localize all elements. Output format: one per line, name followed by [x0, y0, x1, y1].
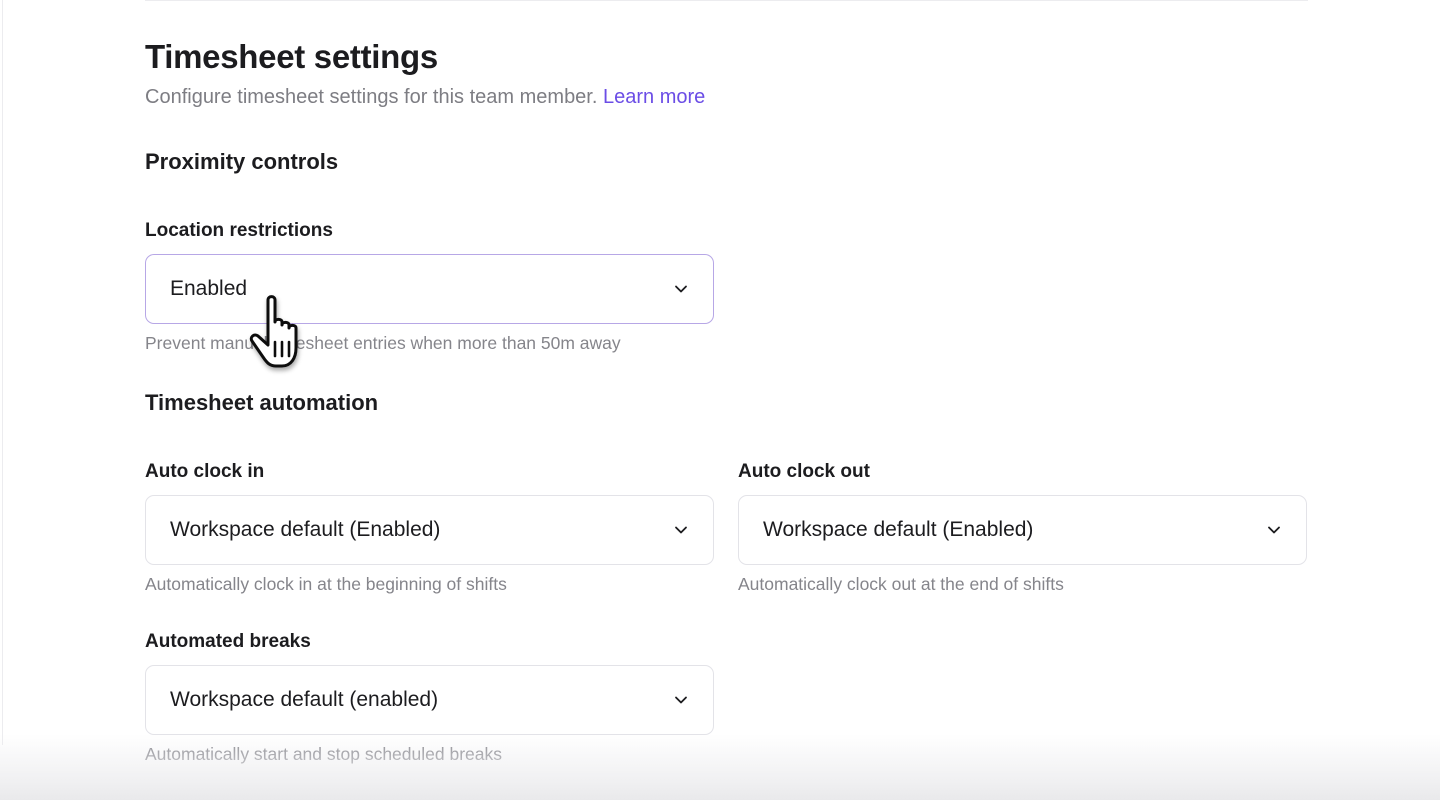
automated-breaks-label: Automated breaks — [145, 631, 311, 652]
auto-clock-out-field: Auto clock out Workspace default (Enable… — [738, 459, 1307, 595]
automated-breaks-value: Workspace default (enabled) — [170, 688, 439, 711]
left-divider — [2, 0, 3, 745]
auto-clock-out-select[interactable]: Workspace default (Enabled) — [738, 495, 1307, 565]
auto-clock-in-select[interactable]: Workspace default (Enabled) — [145, 495, 714, 565]
location-restrictions-field: Location restrictions Enabled Prevent ma… — [145, 218, 714, 354]
automated-breaks-select[interactable]: Workspace default (enabled) — [145, 665, 714, 735]
page-subtitle: Configure timesheet settings for this te… — [145, 86, 705, 109]
page-title: Timesheet settings — [145, 38, 438, 75]
timesheet-automation-heading: Timesheet automation — [145, 390, 379, 415]
automated-breaks-helper: Automatically start and stop scheduled b… — [145, 744, 502, 764]
auto-clock-out-value: Workspace default (Enabled) — [763, 518, 1034, 541]
location-restrictions-label: Location restrictions — [145, 220, 333, 241]
auto-clock-in-value: Workspace default (Enabled) — [170, 518, 441, 541]
location-restrictions-helper: Prevent manual timesheet entries when mo… — [145, 333, 621, 353]
auto-clock-in-helper: Automatically clock in at the beginning … — [145, 574, 507, 594]
timesheet-settings-page: Timesheet settings Configure timesheet s… — [0, 0, 1440, 800]
chevron-down-icon — [673, 281, 689, 297]
auto-clock-out-helper: Automatically clock out at the end of sh… — [738, 574, 1064, 594]
subtitle-text: Configure timesheet settings for this te… — [145, 86, 598, 108]
location-restrictions-value: Enabled — [170, 277, 248, 300]
auto-clock-in-field: Auto clock in Workspace default (Enabled… — [145, 459, 714, 595]
location-restrictions-select[interactable]: Enabled — [145, 254, 714, 324]
auto-clock-in-label: Auto clock in — [145, 461, 265, 482]
learn-more-link[interactable]: Learn more — [603, 86, 705, 108]
automated-breaks-field: Automated breaks Workspace default (enab… — [145, 629, 714, 765]
chevron-down-icon — [1266, 522, 1282, 538]
auto-clock-out-label: Auto clock out — [738, 461, 870, 482]
proximity-controls-heading: Proximity controls — [145, 149, 339, 174]
chevron-down-icon — [673, 522, 689, 538]
top-divider — [145, 0, 1308, 1]
chevron-down-icon — [673, 692, 689, 708]
